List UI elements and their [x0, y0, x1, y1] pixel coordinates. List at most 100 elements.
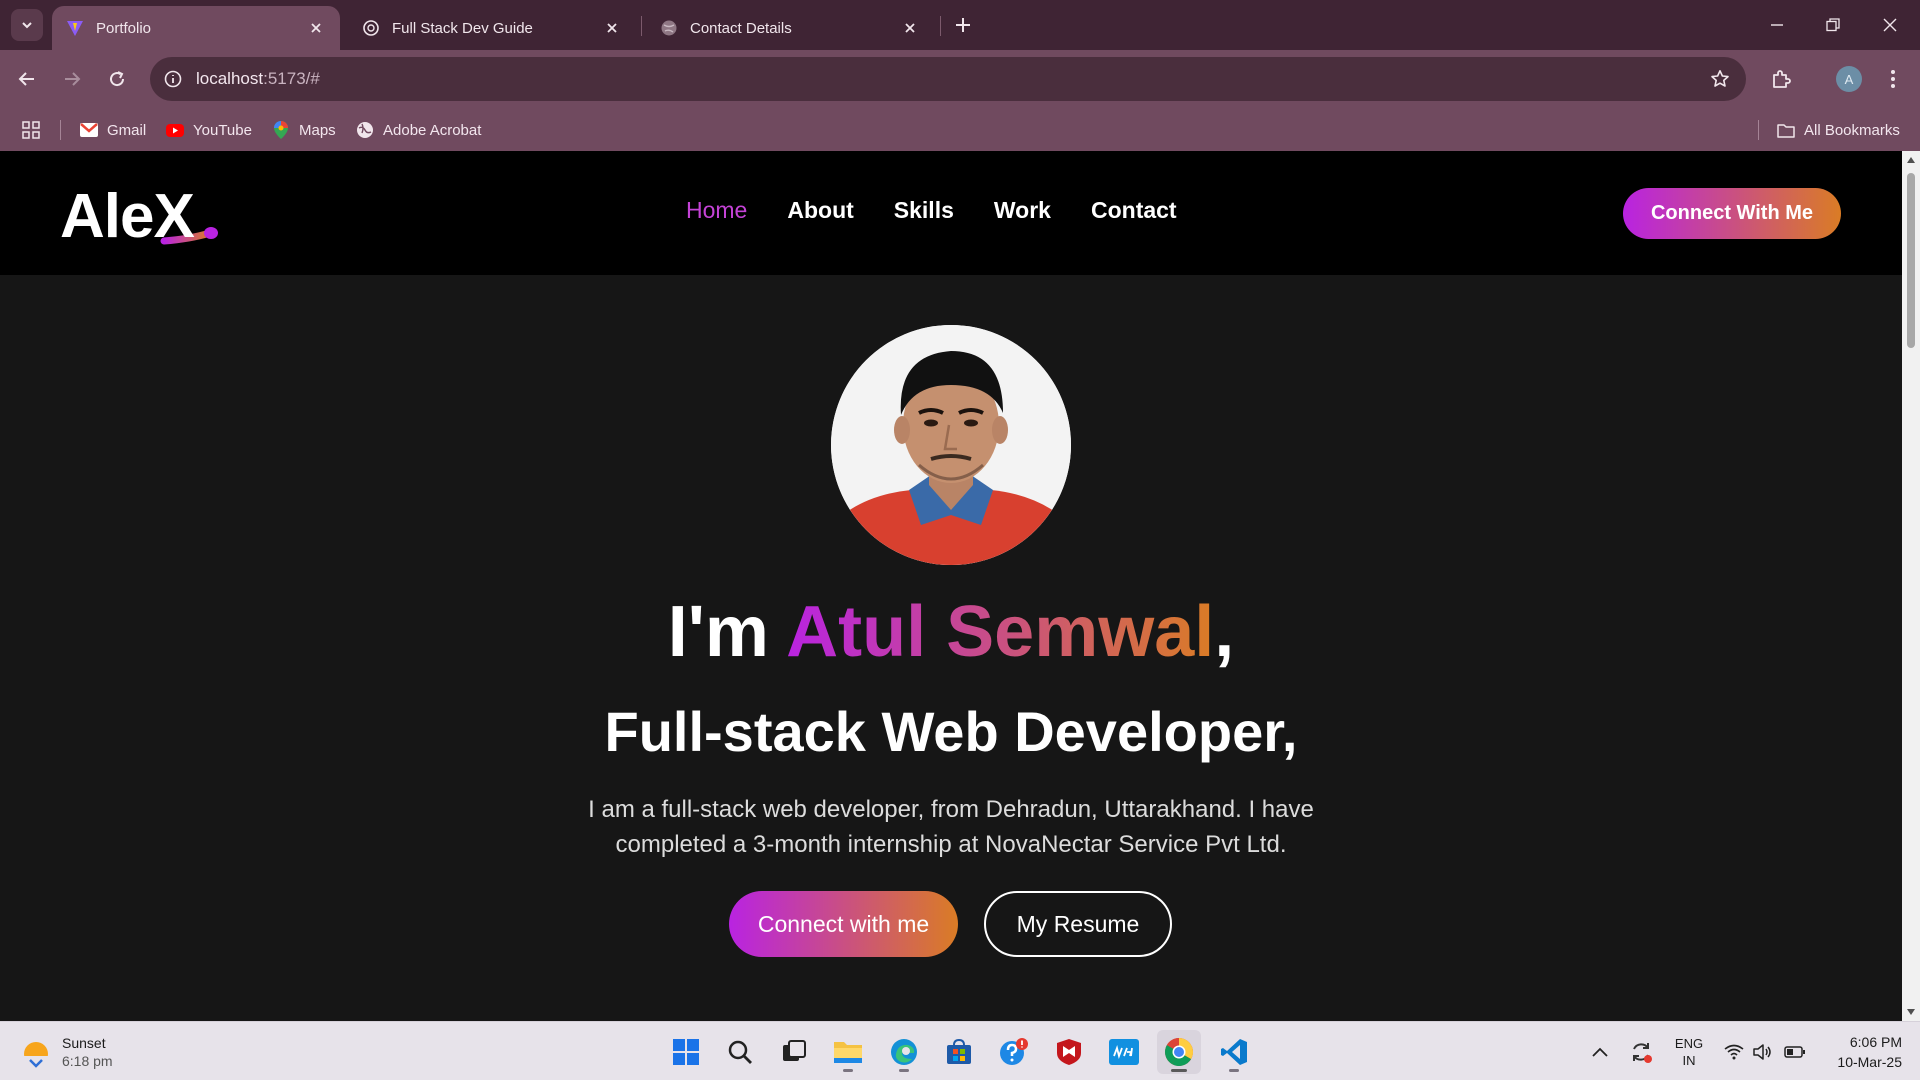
- reload-icon: [110, 71, 125, 87]
- hero-prefix: I'm: [667, 592, 787, 672]
- start-button[interactable]: [664, 1030, 708, 1074]
- taskbar-file-explorer[interactable]: [826, 1030, 870, 1074]
- nav-home[interactable]: Home: [686, 197, 747, 224]
- bookmark-gmail[interactable]: Gmail: [80, 118, 146, 142]
- portrait-image: [831, 325, 1071, 565]
- windows-start-icon: [673, 1039, 699, 1065]
- all-bookmarks-button[interactable]: All Bookmarks: [1777, 118, 1900, 142]
- minimize-button[interactable]: [1757, 8, 1797, 42]
- close-icon[interactable]: [900, 18, 920, 38]
- my-resume-button[interactable]: My Resume: [984, 891, 1172, 957]
- connect-with-me-button[interactable]: Connect with me: [729, 891, 958, 957]
- site-info-icon[interactable]: [162, 68, 184, 90]
- vscode-icon: [1221, 1039, 1247, 1065]
- scroll-down-icon[interactable]: [1906, 1007, 1916, 1017]
- new-tab-button[interactable]: [950, 12, 976, 38]
- battery-status[interactable]: [1782, 1030, 1808, 1074]
- taskbar-myhp[interactable]: [1102, 1030, 1146, 1074]
- show-hidden-icons-button[interactable]: [1586, 1030, 1614, 1074]
- nav-contact[interactable]: Contact: [1091, 197, 1177, 224]
- page-scrollbar[interactable]: [1902, 151, 1920, 1021]
- taskbar-search-button[interactable]: [718, 1030, 762, 1074]
- reload-button[interactable]: [100, 62, 134, 96]
- battery-icon: [1784, 1046, 1805, 1058]
- edge-icon: [891, 1039, 917, 1065]
- restore-button[interactable]: [1813, 8, 1853, 42]
- bookmark-adobe-acrobat[interactable]: Adobe Acrobat: [356, 118, 481, 142]
- scroll-up-icon[interactable]: [1906, 155, 1916, 165]
- site-navbar: AleX Home About Skills Work Contact Conn…: [0, 151, 1902, 275]
- bookmark-youtube[interactable]: YouTube: [166, 118, 252, 142]
- back-button[interactable]: [10, 62, 44, 96]
- taskbar-microsoft-store[interactable]: [937, 1030, 981, 1074]
- taskbar-help-app[interactable]: [992, 1030, 1036, 1074]
- windows-taskbar: Sunset 6:18 pm ENG IN 6:06 PM 10-Mar-25: [0, 1021, 1920, 1080]
- apps-grid-icon: [22, 121, 40, 139]
- site-logo[interactable]: AleX: [60, 181, 230, 251]
- search-icon: [728, 1040, 752, 1064]
- taskbar-edge[interactable]: [882, 1030, 926, 1074]
- myhp-icon: [1109, 1039, 1139, 1065]
- tab-contact-details[interactable]: Contact Details: [646, 6, 934, 50]
- browser-menu-button[interactable]: [1876, 62, 1910, 96]
- extensions-button[interactable]: [1764, 62, 1798, 96]
- bookmark-star-icon[interactable]: [1708, 67, 1732, 91]
- maps-pin-icon: [272, 121, 290, 139]
- region-code: IN: [1682, 1053, 1696, 1068]
- address-bar[interactable]: localhost:5173/#: [150, 57, 1746, 101]
- help-notification-icon: [1000, 1038, 1028, 1065]
- store-icon: [947, 1038, 971, 1064]
- hero-heading: I'm Atul Semwal,: [0, 591, 1902, 673]
- scroll-thumb[interactable]: [1907, 173, 1915, 348]
- speaker-icon: [1753, 1044, 1771, 1060]
- running-indicator: [843, 1069, 853, 1072]
- nav-skills[interactable]: Skills: [894, 197, 954, 224]
- task-view-icon: [783, 1040, 806, 1061]
- mcafee-shield-icon: [1057, 1039, 1081, 1065]
- language-indicator[interactable]: ENG IN: [1666, 1030, 1712, 1074]
- running-indicator: [899, 1069, 909, 1072]
- close-icon[interactable]: [602, 18, 622, 38]
- browser-tab-bar: Portfolio Full Stack Dev Guide Contact D…: [0, 0, 1920, 50]
- weather-widget[interactable]: Sunset 6:18 pm: [20, 1030, 113, 1074]
- forward-button[interactable]: [55, 62, 89, 96]
- profile-avatar[interactable]: A: [1836, 66, 1862, 92]
- url-host: localhost: [196, 69, 264, 88]
- close-icon: [1883, 18, 1897, 32]
- close-icon[interactable]: [306, 18, 326, 38]
- tab-portfolio[interactable]: Portfolio: [52, 6, 340, 50]
- tab-search-button[interactable]: [11, 9, 43, 41]
- bookmark-maps[interactable]: Maps: [272, 118, 336, 142]
- vite-icon: [66, 19, 84, 37]
- task-view-button[interactable]: [772, 1030, 816, 1074]
- tab-full-stack-dev-guide[interactable]: Full Stack Dev Guide: [348, 6, 636, 50]
- taskbar-chrome[interactable]: [1157, 1030, 1201, 1074]
- restore-icon: [1826, 18, 1840, 32]
- weather-title: Sunset: [62, 1035, 106, 1051]
- puzzle-icon: [1773, 70, 1791, 88]
- taskbar-mcafee[interactable]: [1047, 1030, 1091, 1074]
- bookmark-label: All Bookmarks: [1804, 121, 1900, 139]
- arrow-right-icon: [65, 72, 81, 86]
- browser-toolbar: localhost:5173/# A: [0, 50, 1920, 108]
- apps-button[interactable]: [22, 118, 40, 142]
- hero-description: I am a full-stack web developer, from De…: [588, 796, 1314, 858]
- taskbar-vscode[interactable]: [1212, 1030, 1256, 1074]
- minimize-icon: [1771, 24, 1783, 26]
- gmail-icon: [80, 121, 98, 139]
- folder-icon: [834, 1042, 862, 1063]
- folder-icon: [1777, 121, 1795, 139]
- sync-status-button[interactable]: [1626, 1030, 1656, 1074]
- bookmark-label: Gmail: [107, 121, 147, 139]
- youtube-icon: [166, 121, 184, 139]
- wifi-icon: [1724, 1044, 1744, 1060]
- taskbar-clock[interactable]: 6:06 PM 10-Mar-25: [1818, 1032, 1902, 1072]
- main-nav: Home About Skills Work Contact: [686, 197, 1177, 224]
- volume-status[interactable]: [1750, 1030, 1774, 1074]
- connect-with-me-nav-button[interactable]: Connect With Me: [1623, 188, 1841, 239]
- nav-about[interactable]: About: [787, 197, 853, 224]
- wifi-status[interactable]: [1722, 1030, 1746, 1074]
- language-code: ENG: [1674, 1036, 1704, 1051]
- window-close-button[interactable]: [1870, 8, 1910, 42]
- nav-work[interactable]: Work: [994, 197, 1051, 224]
